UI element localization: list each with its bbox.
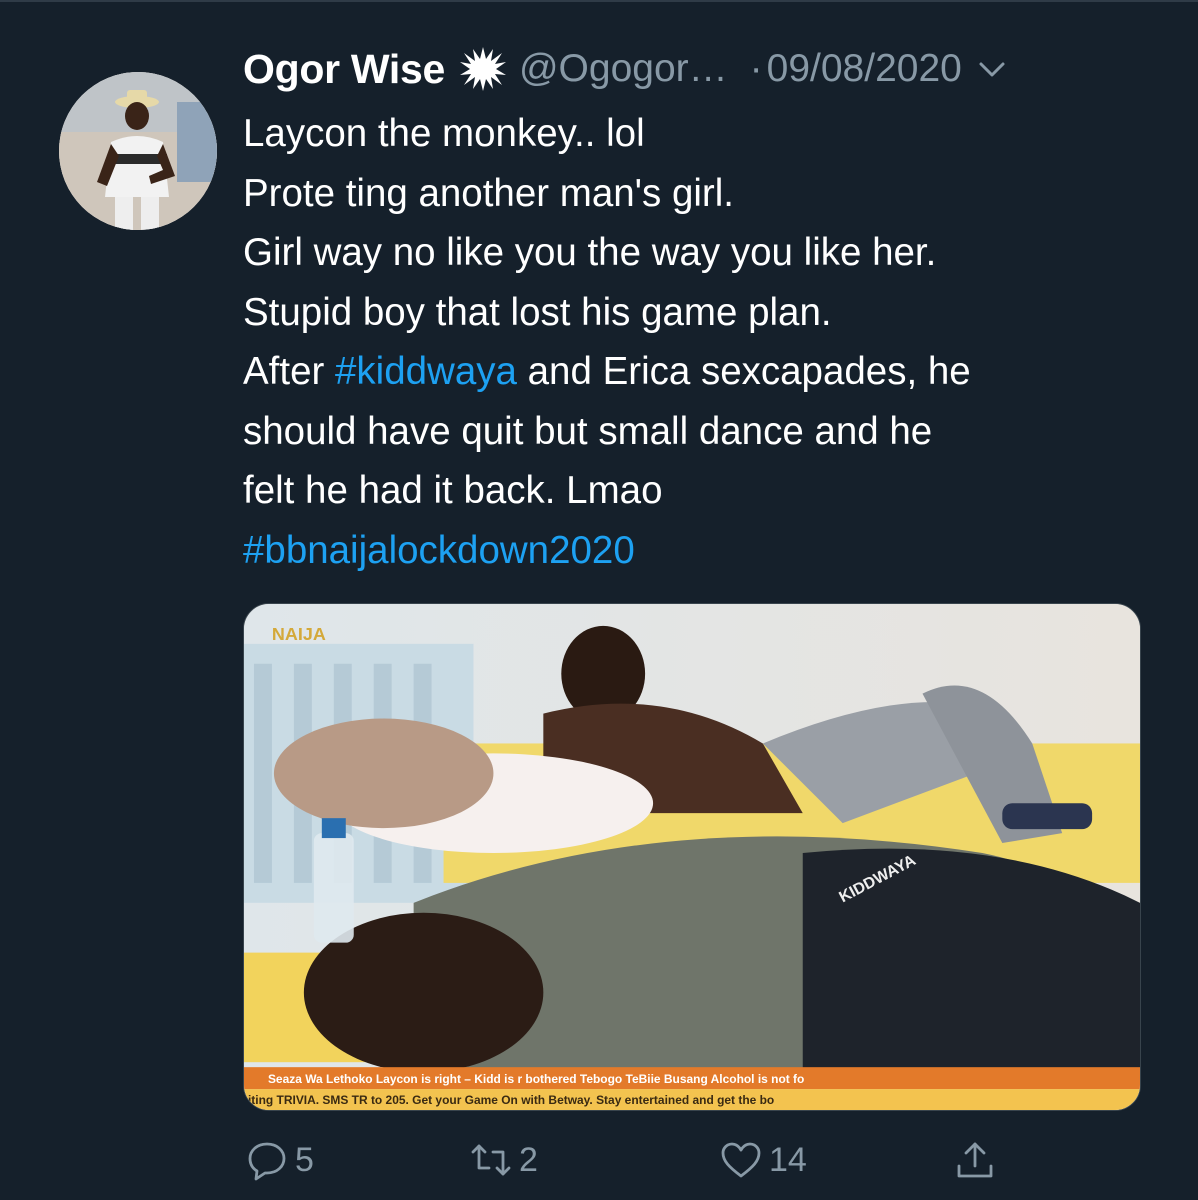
tweet-media-image[interactable]: NAIJA KIDDWAYA Seaza Wa Lethoko Laycon i… xyxy=(243,603,1141,1111)
handle[interactable]: @Ogogor… xyxy=(519,47,728,91)
like-button[interactable]: 14 xyxy=(719,1134,807,1186)
hashtag-link[interactable]: #kiddwaya xyxy=(335,350,517,393)
tweet-text-line: Laycon the monkey.. lol xyxy=(243,104,1163,164)
media-watermark: NAIJA xyxy=(272,624,326,644)
avatar-photo xyxy=(59,72,217,230)
reply-count: 5 xyxy=(295,1140,314,1179)
timestamp[interactable]: 09/08/2020 xyxy=(767,47,962,91)
media-ticker-bottom: iting TRIVIA. SMS TR to 205. Get your Ga… xyxy=(248,1093,774,1107)
tweet-text-line: felt he had it back. Lmao xyxy=(243,461,1163,521)
retweet-count: 2 xyxy=(519,1140,538,1179)
like-count: 14 xyxy=(769,1140,807,1179)
tweet-text-line: #bbnaijalockdown2020 xyxy=(243,521,1163,581)
tweet-text-line: Girl way no like you the way you like he… xyxy=(243,223,1163,283)
hashtag-link[interactable]: #bbnaijalockdown2020 xyxy=(243,529,635,572)
tweet-text: Laycon the monkey.. lol Prote ting anothe… xyxy=(243,104,1163,580)
tweet-text-segment: felt he had it back. Lmao xyxy=(243,469,663,512)
tweet[interactable]: Ogor Wise @Ogogor… · 09/08/2020 Laycon t… xyxy=(0,0,1198,1200)
heart-icon xyxy=(719,1138,763,1182)
tweet-text-segment: Laycon the monkey.. lol xyxy=(243,112,645,155)
tweet-text-segment: should have quit but small dance and he xyxy=(243,409,933,453)
avatar[interactable] xyxy=(59,72,217,230)
tweet-text-segment: Prote ting another man's girl. xyxy=(243,171,734,215)
tweet-text-segment: After xyxy=(243,350,336,393)
retweet-icon xyxy=(469,1138,513,1182)
retweet-button[interactable]: 2 xyxy=(469,1134,538,1186)
chevron-down-icon[interactable] xyxy=(976,53,1008,85)
tweet-actions: 5 2 14 xyxy=(243,1134,1143,1186)
reply-icon xyxy=(245,1138,289,1182)
tweet-text-segment: Stupid boy that lost his game plan. xyxy=(243,290,832,334)
tweet-text-line: After #kiddwaya and Erica sexcapades, he xyxy=(243,342,1163,402)
tweet-text-line: Stupid boy that lost his game plan. xyxy=(243,283,1163,343)
separator-dot: · xyxy=(749,47,763,90)
reply-button[interactable]: 5 xyxy=(245,1134,314,1186)
share-button[interactable] xyxy=(953,1134,997,1186)
media-photo: NAIJA KIDDWAYA Seaza Wa Lethoko Laycon i… xyxy=(244,604,1140,1110)
tweet-text-line: should have quit but small dance and he xyxy=(243,402,1163,462)
tweet-text-segment: and Erica sexcapades, he xyxy=(516,350,971,393)
media-ticker-top: Seaza Wa Lethoko Laycon is right – Kidd … xyxy=(268,1072,804,1086)
display-name[interactable]: Ogor Wise xyxy=(243,46,445,93)
explosion-badge-icon xyxy=(459,45,507,93)
tweet-text-segment: Girl way no like you the way you like he… xyxy=(243,231,937,274)
tweet-text-line: Prote ting another man's girl. xyxy=(243,164,1163,224)
share-icon xyxy=(953,1138,997,1182)
tweet-header: Ogor Wise @Ogogor… · 09/08/2020 xyxy=(243,44,1163,94)
